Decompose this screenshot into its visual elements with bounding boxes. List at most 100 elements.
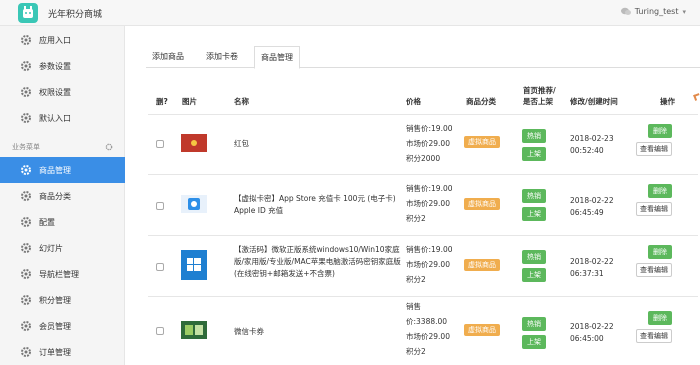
sidebar-item-nav-management[interactable]: 导航栏管理	[0, 261, 125, 287]
sidebar-item-orders[interactable]: 订单管理	[0, 339, 125, 365]
category-badge[interactable]: 虚拟商品	[464, 259, 500, 271]
sidebar-item-label: 参数设置	[39, 61, 71, 71]
row-checkbox[interactable]	[156, 140, 164, 148]
sidebar-item-label: 应用入口	[39, 35, 71, 45]
main-content: 添加商品 添加卡卷 商品管理 删? 图片 名称 价格 商品分类 首页推荐/ 是否…	[126, 26, 700, 365]
sidebar-item-label: 订单管理	[39, 347, 71, 357]
sidebar-item-label: 导航栏管理	[39, 269, 79, 279]
on-shelf-button[interactable]: 上架	[522, 207, 546, 221]
on-shelf-button[interactable]: 上架	[522, 268, 546, 282]
sidebar-item-config[interactable]: 配置	[0, 209, 125, 235]
sale-price: 销售价:19.00	[406, 245, 453, 254]
points-price: 积分2	[406, 214, 426, 223]
header-category: 商品分类	[466, 97, 496, 106]
on-shelf-button[interactable]: 上架	[522, 147, 546, 161]
gear-icon	[21, 321, 31, 331]
row-checkbox[interactable]	[156, 263, 164, 271]
price-block: 销售价:19.00 市场价29.00 积分2000	[406, 121, 453, 166]
view-edit-button[interactable]: 查看编辑	[636, 263, 672, 277]
header-name: 名称	[234, 97, 249, 106]
tab-add-product[interactable]: 添加商品	[146, 46, 190, 68]
time: 00:52:40	[570, 146, 604, 155]
on-shelf-button[interactable]: 上架	[522, 335, 546, 349]
header-price: 价格	[406, 97, 421, 106]
sidebar-item-members[interactable]: 会员管理	[0, 313, 125, 339]
hot-button[interactable]: 热销	[522, 129, 546, 143]
category-badge[interactable]: 虚拟商品	[464, 198, 500, 210]
user-menu[interactable]: Turing_test ▾	[620, 7, 686, 16]
delete-button[interactable]: 删除	[648, 245, 672, 259]
view-edit-button[interactable]: 查看编辑	[636, 202, 672, 216]
sidebar-item-label: 幻灯片	[39, 243, 63, 253]
gear-icon	[21, 269, 31, 279]
tab-product-management[interactable]: 商品管理	[254, 46, 300, 69]
points-price: 积分2	[406, 347, 426, 356]
table-row: 【虚拟卡密】App Store 充值卡 100元 (电子卡) Apple ID …	[148, 174, 698, 235]
windows-image	[181, 250, 207, 280]
delete-button[interactable]: 删除	[648, 124, 672, 138]
product-name: 【虚拟卡密】App Store 充值卡 100元 (电子卡) Apple ID …	[234, 194, 396, 215]
category-badge[interactable]: 虚拟商品	[464, 136, 500, 148]
tab-add-card[interactable]: 添加卡卷	[200, 46, 244, 68]
view-edit-button[interactable]: 查看编辑	[636, 142, 672, 156]
time: 06:37:31	[570, 269, 604, 278]
wechat-icon	[620, 7, 631, 15]
sidebar-item-slides[interactable]: 幻灯片	[0, 235, 125, 261]
row-checkbox[interactable]	[156, 202, 164, 210]
header-delete: 删?	[156, 97, 168, 106]
hot-button[interactable]: 热销	[522, 189, 546, 203]
sidebar-item-points[interactable]: 积分管理	[0, 287, 125, 313]
points-price: 积分2000	[406, 154, 441, 163]
apple-card-image	[181, 195, 207, 213]
hot-button[interactable]: 热销	[522, 250, 546, 264]
section-title: 业务菜单	[12, 143, 40, 151]
timestamp: 2018-02-23 00:52:40	[570, 133, 614, 157]
sidebar-item-default-entry[interactable]: 默认入口	[0, 105, 125, 131]
gear-icon	[21, 347, 31, 357]
sidebar-item-label: 默认入口	[39, 113, 71, 123]
date: 2018-02-22	[570, 257, 614, 266]
price-block: 销售 价:3388.00 市场价29.00 积分2	[406, 299, 450, 359]
row-checkbox[interactable]	[156, 327, 164, 335]
app-logo-icon[interactable]	[18, 3, 38, 23]
header-recommend: 首页推荐/	[523, 86, 556, 95]
gear-icon	[21, 243, 31, 253]
delete-button[interactable]: 删除	[648, 311, 672, 325]
sidebar-item-label: 商品分类	[39, 191, 71, 201]
gear-icon[interactable]	[105, 143, 113, 151]
username: Turing_test	[634, 7, 679, 16]
hot-button[interactable]: 热销	[522, 317, 546, 331]
sidebar-item-product-category[interactable]: 商品分类	[0, 183, 125, 209]
market-price: 市场价29.00	[406, 199, 450, 208]
sidebar-item-label: 商品管理	[39, 165, 71, 175]
sale-price: 销售价:19.00	[406, 184, 453, 193]
sidebar-item-product-management[interactable]: 商品管理	[0, 157, 125, 183]
date: 2018-02-22	[570, 322, 614, 331]
table-header: 删? 图片 名称 价格 商品分类 首页推荐/ 是否上架 修改/创建时间 操作	[148, 84, 698, 114]
view-edit-button[interactable]: 查看编辑	[636, 329, 672, 343]
top-bar: 光年积分商城 Turing_test ▾	[0, 0, 700, 26]
table-row: 红包 销售价:19.00 市场价29.00 积分2000 虚拟商品 热销 上架 …	[148, 114, 698, 174]
gear-icon	[21, 35, 31, 45]
price-block: 销售价:19.00 市场价29.00 积分2	[406, 181, 453, 226]
sidebar-item-label: 配置	[39, 217, 55, 227]
gear-icon	[21, 295, 31, 305]
wechat-card-image	[181, 321, 207, 339]
product-name: 微信卡券	[234, 327, 264, 336]
category-badge[interactable]: 虚拟商品	[464, 324, 500, 336]
sidebar-item-app-entry[interactable]: 应用入口	[0, 27, 125, 53]
sidebar-item-permissions[interactable]: 权限设置	[0, 79, 125, 105]
sidebar: 应用入口 参数设置 权限设置 默认入口 业务菜单 商品管理 商品分类 配置 幻灯…	[0, 26, 125, 365]
sidebar-item-label: 会员管理	[39, 321, 71, 331]
sidebar-item-params[interactable]: 参数设置	[0, 53, 125, 79]
date: 2018-02-22	[570, 196, 614, 205]
sidebar-section-header: 业务菜单	[0, 137, 125, 157]
table-row: 【激活码】微软正版系统windows10/Win10家庭版/家用版/专业版/MA…	[148, 235, 698, 296]
red-envelope-image	[181, 134, 207, 152]
tab-bar: 添加商品 添加卡卷 商品管理	[146, 46, 700, 69]
market-price: 市场价29.00	[406, 332, 450, 341]
delete-button[interactable]: 删除	[648, 184, 672, 198]
gear-icon	[21, 217, 31, 227]
timestamp: 2018-02-22 06:45:00	[570, 321, 614, 345]
time: 06:45:49	[570, 208, 604, 217]
